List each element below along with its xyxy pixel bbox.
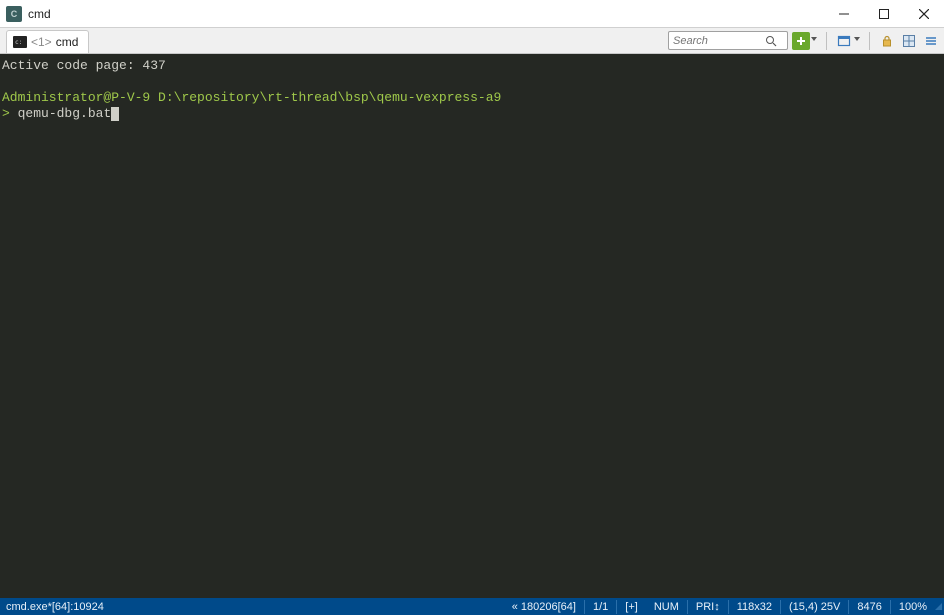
new-console-button[interactable] [792, 32, 810, 50]
chevron-down-icon[interactable] [854, 37, 860, 41]
window-mode-button[interactable] [835, 32, 853, 50]
terminal-cwd: D:\repository\rt-thread\bsp\qemu-vexpres… [158, 90, 501, 105]
split-view-button[interactable] [900, 32, 918, 50]
terminal-cursor [111, 107, 119, 121]
tab-label: cmd [56, 35, 79, 49]
close-button[interactable] [904, 0, 944, 28]
status-pri: PRI↕ [688, 601, 728, 613]
terminal-prompt: > [2, 106, 10, 121]
titlebar: C cmd [0, 0, 944, 28]
status-process: cmd.exe*[64]:10924 [2, 601, 104, 613]
search-icon [765, 35, 777, 47]
resize-grip-icon[interactable] [935, 603, 942, 610]
tabbar: c: <1> cmd [0, 28, 944, 54]
window-title: cmd [28, 7, 51, 21]
tab-cmd[interactable]: c: <1> cmd [6, 30, 89, 53]
status-cursor-pos: (15,4) 25V [781, 601, 848, 613]
status-pages: 1/1 [585, 601, 616, 613]
terminal[interactable]: Active code page: 437 Administrator@P-V-… [0, 54, 944, 598]
statusbar: cmd.exe*[64]:10924 « 180206[64] 1/1 [+] … [0, 598, 944, 615]
status-mem: 8476 [849, 601, 889, 613]
status-zoom[interactable]: 100% [891, 601, 935, 613]
grid-icon [902, 34, 916, 48]
lock-icon [880, 34, 894, 48]
status-num: NUM [646, 601, 687, 613]
menu-button[interactable] [922, 32, 940, 50]
menu-icon [924, 34, 938, 48]
search-input[interactable] [673, 35, 765, 47]
tab-index: <1> [31, 35, 52, 49]
terminal-line-codepage: Active code page: 437 [2, 58, 166, 73]
minimize-button[interactable] [824, 0, 864, 28]
app-icon: C [6, 6, 22, 22]
chevron-down-icon[interactable] [811, 37, 817, 41]
status-plus: [+] [617, 601, 646, 613]
status-prefix: « 180206[64] [504, 601, 584, 613]
search-box[interactable] [668, 31, 788, 50]
terminal-user-host: Administrator@P-V-9 [2, 90, 150, 105]
console-icon: c: [13, 36, 27, 48]
maximize-button[interactable] [864, 0, 904, 28]
terminal-command: qemu-dbg.bat [18, 106, 112, 121]
lock-button[interactable] [878, 32, 896, 50]
status-dims: 118x32 [729, 601, 780, 613]
